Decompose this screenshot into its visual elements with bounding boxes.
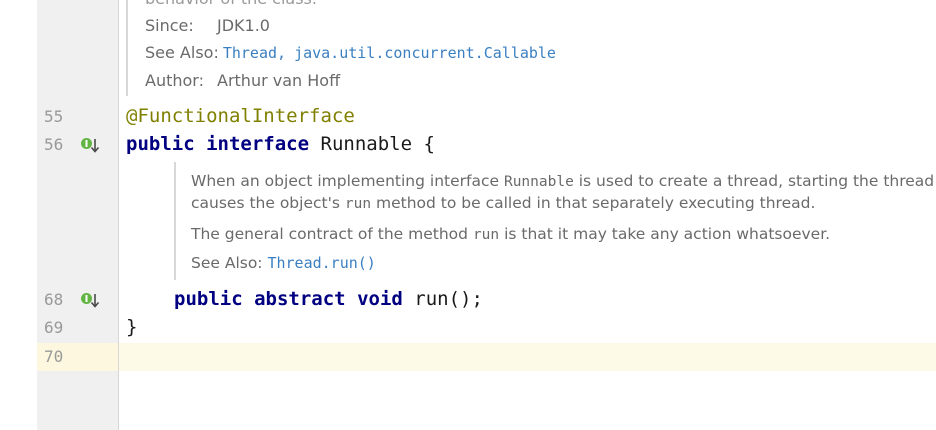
line-number-69[interactable]: 69	[44, 318, 63, 338]
link-thread[interactable]: Thread,	[223, 44, 286, 62]
code-line-method-decl[interactable]: public abstract void run();	[174, 287, 483, 311]
keyword-abstract: abstract	[254, 288, 346, 310]
open-brace: {	[423, 133, 435, 155]
method-javadoc-rendered: When an object implementing interface Ru…	[174, 162, 936, 280]
author-label: Author:	[145, 71, 204, 90]
see-also-label: See Also:	[191, 254, 263, 272]
class-name: Runnable	[320, 133, 413, 155]
doc-cut-line: behavior of the class.	[145, 0, 317, 8]
doc-text: is used to create a thread, starting the…	[578, 172, 935, 190]
line-number-56[interactable]: 56	[44, 135, 63, 155]
doc-text: method to be called in that separately e…	[376, 194, 816, 212]
author-value: Arthur van Hoff	[217, 71, 341, 90]
keyword-public: public	[174, 288, 243, 310]
line-number-55[interactable]: 55	[44, 107, 63, 127]
doc-since-row: Since: JDK1.0	[145, 16, 270, 35]
code-line-close-brace[interactable]: }	[126, 315, 137, 339]
doc-see-also-row: See Also: Thread.run()	[191, 254, 376, 272]
doc-paragraph-line-1: When an object implementing interface Ru…	[191, 172, 934, 190]
link-callable[interactable]: java.util.concurrent.Callable	[294, 44, 556, 62]
link-thread-run[interactable]: Thread.run()	[267, 254, 375, 272]
doc-paragraph-line-2: causes the object's run method to be cal…	[191, 194, 815, 212]
doc-paragraph-2: The general contract of the method run i…	[191, 225, 830, 243]
see-also-label: See Also:	[145, 43, 219, 62]
doc-author-row: Author: Arthur van Hoff	[145, 71, 340, 90]
keyword-void: void	[357, 288, 403, 310]
doc-text: When an object implementing interface	[191, 172, 500, 190]
class-javadoc-rendered: behavior of the class. Since: JDK1.0 See …	[126, 0, 936, 96]
since-value: JDK1.0	[217, 16, 270, 35]
doc-text: The general contract of the method	[191, 225, 468, 243]
keyword-interface: interface	[206, 133, 310, 155]
line-number-68[interactable]: 68	[44, 290, 63, 310]
doc-see-also-row: See Also: Thread, java.util.concurrent.Cal…	[145, 43, 556, 62]
since-label: Since:	[145, 16, 194, 35]
doc-inline-code: run	[344, 196, 372, 212]
doc-inline-code: run	[472, 227, 500, 243]
line-number-70[interactable]: 70	[44, 347, 63, 367]
implemented-by-icon[interactable]	[80, 136, 100, 156]
implemented-by-icon[interactable]	[80, 291, 100, 311]
doc-text: is that it may take any action whatsoeve…	[504, 225, 831, 243]
left-strip	[0, 0, 37, 430]
doc-inline-code: Runnable	[503, 174, 574, 190]
keyword-public: public	[126, 133, 195, 155]
current-line-highlight	[119, 343, 936, 371]
code-line-annotation[interactable]: @FunctionalInterface	[126, 104, 355, 128]
code-line-interface-decl[interactable]: public interface Runnable {	[126, 132, 435, 156]
method-signature: run();	[414, 288, 483, 310]
doc-text: causes the object's	[191, 194, 340, 212]
